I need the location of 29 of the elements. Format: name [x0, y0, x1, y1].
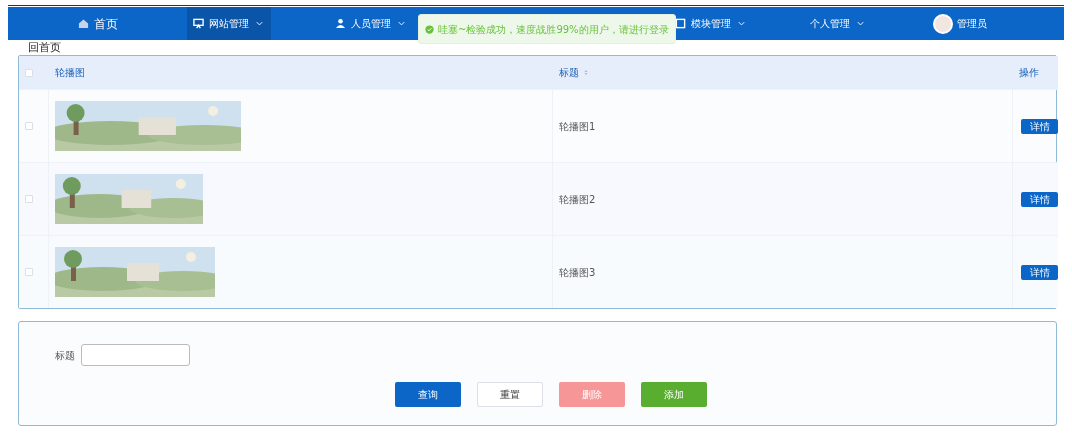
- person-icon: [335, 18, 346, 29]
- row-checkbox[interactable]: [25, 195, 33, 203]
- monitor-icon: [193, 18, 204, 29]
- field-label: 标题: [55, 348, 75, 363]
- column-header: 轮播图: [55, 66, 85, 80]
- avatar-icon[interactable]: [933, 13, 953, 34]
- details-button[interactable]: 详情: [1021, 264, 1058, 280]
- square-icon: [674, 18, 686, 29]
- select-all-checkbox[interactable]: [25, 68, 33, 77]
- details-button[interactable]: 详情: [1021, 118, 1058, 134]
- table-cell-text: 轮播图2: [559, 192, 596, 207]
- nav-item[interactable]: 个人管理: [788, 7, 888, 40]
- check-circle-icon: [425, 24, 434, 34]
- column-header[interactable]: 标题: [559, 65, 590, 80]
- row-checkbox[interactable]: [25, 268, 33, 276]
- nav-item[interactable]: 首页: [8, 7, 187, 40]
- action-button[interactable]: 查询: [395, 382, 461, 407]
- home-icon: [77, 18, 89, 29]
- table-cell-text: 轮播图1: [559, 119, 596, 134]
- details-button[interactable]: 详情: [1021, 191, 1058, 207]
- row-checkbox[interactable]: [25, 122, 33, 130]
- title-input-field[interactable]: [81, 344, 190, 366]
- success-toast: 哇塞~检验成功，速度战胜99%的用户，请进行登录: [418, 14, 676, 44]
- user-name[interactable]: 管理员: [957, 16, 987, 31]
- nav-item[interactable]: 网站管理: [187, 7, 271, 40]
- column-header: 操作: [1019, 66, 1039, 80]
- back-link[interactable]: 回首页: [28, 42, 61, 54]
- action-button[interactable]: 重置: [477, 382, 543, 407]
- table-cell-text: 轮播图3: [559, 265, 596, 280]
